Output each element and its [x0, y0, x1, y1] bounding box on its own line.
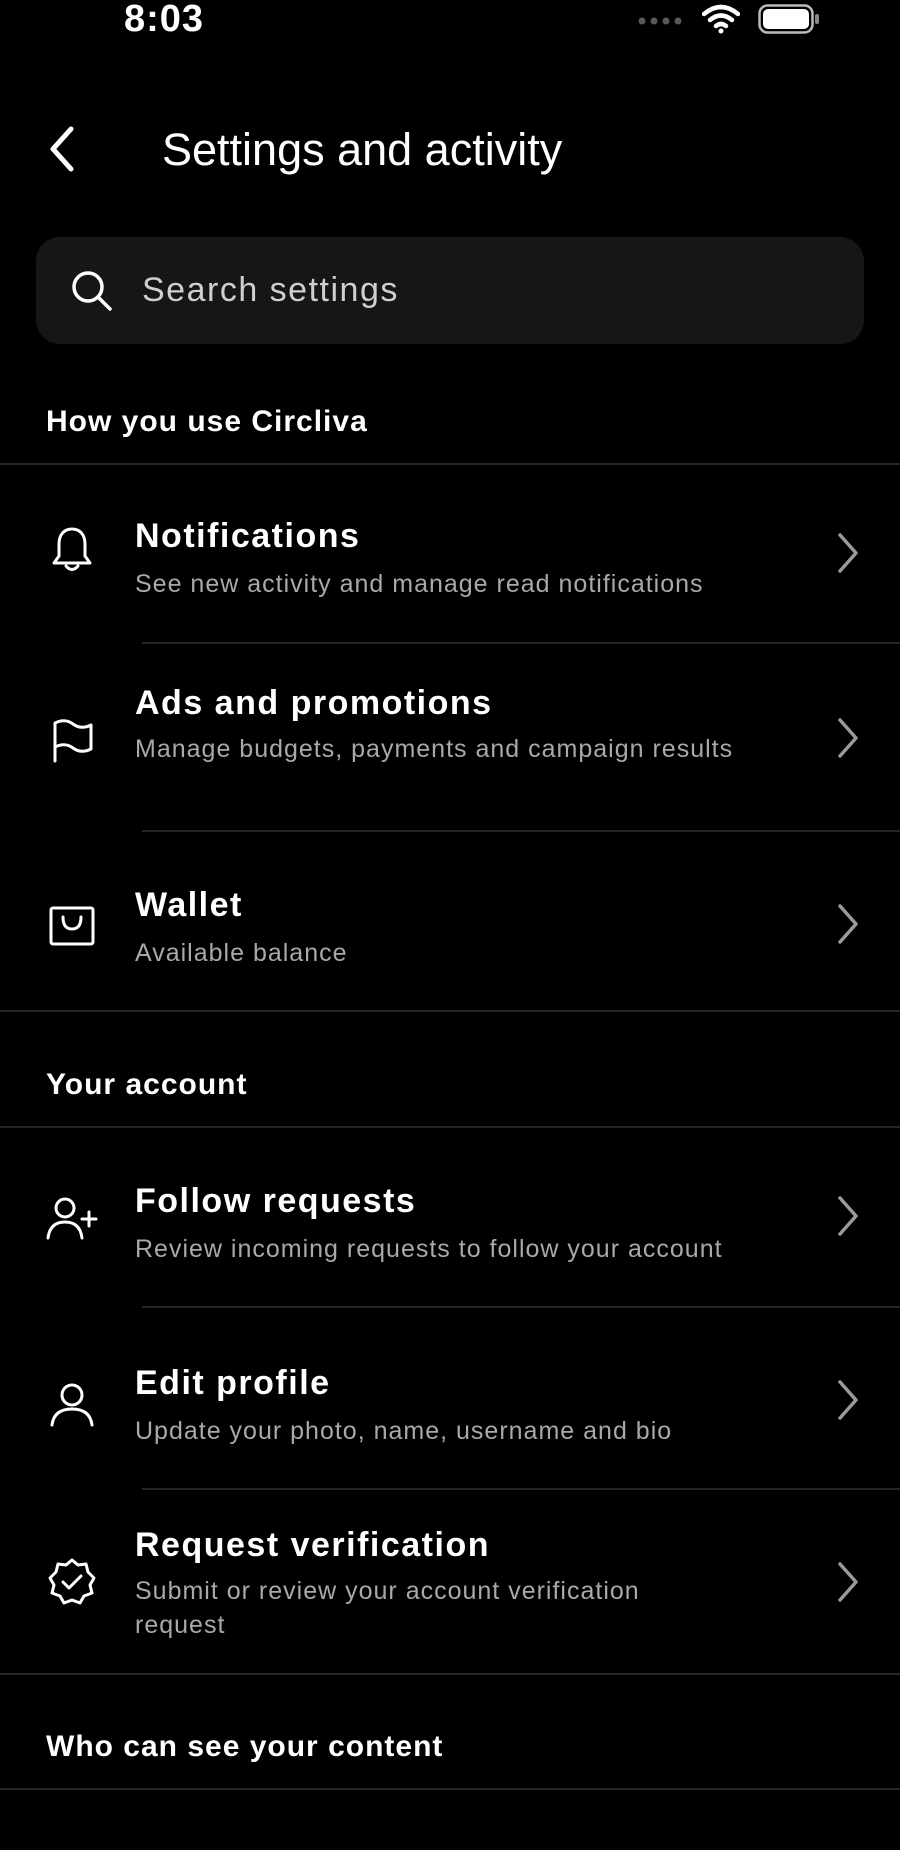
chevron-right-icon	[832, 529, 864, 577]
verified-badge-icon	[44, 1554, 100, 1610]
back-button[interactable]	[40, 122, 84, 176]
item-title: Wallet	[135, 886, 243, 924]
search-bar[interactable]	[36, 237, 864, 344]
item-title: Notifications	[135, 517, 361, 555]
chevron-right-icon	[832, 900, 864, 948]
settings-item-ads-and-promotions[interactable]: Ads and promotions Manage budgets, payme…	[0, 644, 900, 830]
chevron-right-icon	[832, 714, 864, 762]
wifi-icon	[701, 4, 741, 39]
wallet-icon	[44, 898, 100, 954]
header: Settings and activity	[0, 110, 900, 190]
item-subtitle: Available balance	[135, 939, 348, 967]
chevron-right-icon	[832, 1558, 864, 1606]
settings-item-notifications[interactable]: Notifications See new activity and manag…	[0, 465, 900, 643]
flag-icon	[44, 713, 100, 769]
chevron-right-icon	[832, 1376, 864, 1424]
status-time: 8:03	[124, 0, 205, 40]
person-icon	[44, 1376, 100, 1432]
item-subtitle: Submit or review your account verificati…	[135, 1577, 640, 1639]
item-subtitle: Review incoming requests to follow your …	[135, 1235, 723, 1263]
chevron-left-icon	[50, 126, 74, 172]
section-title-your-account: Your account	[46, 1068, 248, 1101]
item-title: Edit profile	[135, 1364, 331, 1402]
section-title-who-can-see: Who can see your content	[46, 1730, 444, 1763]
status-icons	[638, 4, 820, 39]
divider	[0, 1788, 900, 1790]
search-icon	[68, 267, 116, 315]
settings-item-follow-requests[interactable]: Follow requests Review incoming requests…	[0, 1128, 900, 1306]
battery-icon	[758, 4, 820, 39]
divider	[0, 1673, 900, 1675]
settings-item-request-verification[interactable]: Request verification Submit or review yo…	[0, 1490, 900, 1674]
page-title: Settings and activity	[162, 124, 563, 175]
item-title: Request verification	[135, 1526, 490, 1564]
section-title-how-you-use: How you use Circliva	[46, 405, 368, 438]
settings-item-wallet[interactable]: Wallet Available balance	[0, 832, 900, 1010]
item-subtitle: See new activity and manage read notific…	[135, 570, 704, 598]
status-bar: 8:03	[0, 0, 900, 44]
person-plus-icon	[44, 1190, 100, 1246]
item-subtitle: Update your photo, name, username and bi…	[135, 1417, 673, 1445]
item-subtitle: Manage budgets, payments and campaign re…	[135, 735, 734, 763]
settings-item-edit-profile[interactable]: Edit profile Update your photo, name, us…	[0, 1308, 900, 1488]
signal-icon	[638, 13, 684, 31]
item-title: Ads and promotions	[135, 684, 493, 722]
divider	[0, 1010, 900, 1012]
chevron-right-icon	[832, 1192, 864, 1240]
item-title: Follow requests	[135, 1182, 417, 1220]
search-input[interactable]	[140, 270, 784, 311]
bell-icon	[44, 521, 100, 577]
